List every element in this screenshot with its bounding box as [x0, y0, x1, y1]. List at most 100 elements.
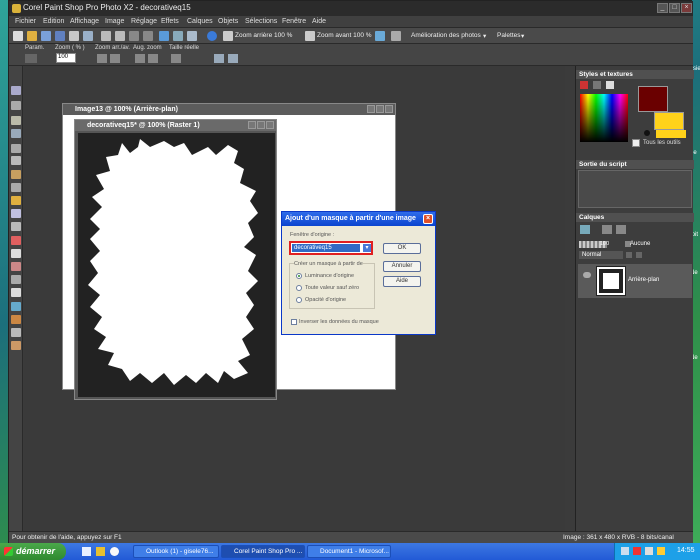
layer-row[interactable]: Arrière-plan	[578, 264, 692, 298]
task-word[interactable]: Document1 - Microsof...	[307, 545, 391, 558]
styles-textures-title[interactable]: Styles et textures	[576, 70, 694, 79]
tray-update-icon[interactable]	[657, 547, 665, 555]
aug-zoom-icon-2[interactable]	[148, 54, 158, 63]
source-window-select[interactable]: decorativeq15	[292, 244, 360, 252]
copy-icon[interactable]	[115, 31, 125, 41]
redo-icon[interactable]	[143, 31, 153, 41]
deform-tool-icon[interactable]	[11, 116, 21, 125]
retouch-tool-icon[interactable]	[11, 341, 21, 350]
zoom-in-label[interactable]: Zoom avant 100 %	[317, 32, 372, 39]
eraser-tool-icon[interactable]	[11, 249, 21, 258]
invert-checkbox[interactable]	[291, 319, 297, 325]
pan-tool-icon[interactable]	[11, 86, 21, 95]
texture-toggle-icon[interactable]	[644, 130, 650, 136]
option-icon-2[interactable]	[228, 54, 238, 63]
color-picker-gradient[interactable]	[580, 94, 628, 142]
palettes-menu[interactable]: Palettes	[497, 32, 521, 39]
decorative-canvas[interactable]	[78, 133, 275, 397]
menu-selections[interactable]: Sélections	[245, 18, 277, 25]
enhance-dropdown-icon[interactable]	[391, 31, 401, 41]
color-mode-icon[interactable]	[580, 81, 588, 89]
resize-icon[interactable]	[187, 31, 197, 41]
quicklaunch-media-icon[interactable]	[110, 547, 119, 556]
brush-tool-icon[interactable]	[11, 236, 21, 245]
aug-zoom-icon[interactable]	[135, 54, 145, 63]
option-icon-1[interactable]	[214, 54, 224, 63]
delete-layer-icon[interactable]	[616, 225, 626, 234]
palettes-chevron-icon[interactable]: ▾	[521, 32, 524, 40]
menu-calques[interactable]: Calques	[187, 18, 213, 25]
zoom-out-label[interactable]: Zoom arrière 100 %	[235, 32, 292, 39]
clock[interactable]: 14:55	[677, 547, 695, 554]
close-button[interactable]: ×	[681, 3, 692, 13]
start-button[interactable]: démarrer	[0, 543, 66, 560]
bucket-tool-icon[interactable]	[11, 262, 21, 271]
all-tools-checkbox[interactable]	[632, 139, 640, 147]
decorative-title-bar[interactable]: decorativeq15* @ 100% (Raster 1)	[75, 120, 276, 131]
history-icon[interactable]	[159, 31, 169, 41]
help-button[interactable]: Aide	[383, 276, 421, 287]
image13-close-button[interactable]	[385, 105, 393, 113]
zoom-in-icon[interactable]	[305, 31, 315, 41]
vector-tool-icon[interactable]	[11, 302, 21, 311]
menu-effets[interactable]: Effets	[161, 18, 179, 25]
real-size-icon[interactable]	[171, 54, 181, 63]
minimize-button[interactable]: _	[657, 3, 668, 13]
gradient-mode-icon[interactable]	[593, 81, 601, 89]
new-icon[interactable]	[13, 31, 23, 41]
zoom-out-step-icon[interactable]	[97, 54, 107, 63]
menu-fichier[interactable]: Fichier	[15, 18, 36, 25]
menu-image[interactable]: Image	[105, 18, 124, 25]
menu-aide[interactable]: Aide	[312, 18, 326, 25]
tray-volume-icon[interactable]	[645, 547, 653, 555]
layer-props-icon[interactable]	[602, 225, 612, 234]
non-zero-radio[interactable]	[296, 285, 302, 291]
zoom-value-input[interactable]: 100	[56, 53, 76, 63]
decorative-max-button[interactable]	[257, 121, 265, 129]
zoom-out-icon[interactable]	[223, 31, 233, 41]
move-tool-icon[interactable]	[11, 156, 21, 165]
pen-tool-icon[interactable]	[11, 315, 21, 324]
duplicate-icon[interactable]	[173, 31, 183, 41]
blend-none-label[interactable]: Aucune	[630, 241, 650, 247]
selection-tool-icon[interactable]	[11, 129, 21, 138]
quicklaunch-desktop-icon[interactable]	[82, 547, 91, 556]
maximize-button[interactable]: □	[669, 3, 680, 13]
cut-icon[interactable]	[101, 31, 111, 41]
pattern-mode-icon[interactable]	[606, 81, 614, 89]
tray-security-icon[interactable]	[633, 547, 641, 555]
zoom-tool-icon[interactable]	[11, 101, 21, 110]
background-swatch-lower[interactable]	[656, 130, 686, 138]
task-outlook[interactable]: Outlook (1) - gisele76...	[133, 545, 219, 558]
scratch-tool-icon[interactable]	[11, 222, 21, 231]
camera-icon[interactable]	[69, 31, 79, 41]
quicklaunch-folder-icon[interactable]	[96, 547, 105, 556]
image13-title-bar[interactable]: Image13 @ 100% (Arrière-plan)	[63, 104, 395, 115]
decorative-close-button[interactable]	[266, 121, 274, 129]
zoom-in-step-icon[interactable]	[110, 54, 120, 63]
menu-fenetre[interactable]: Fenêtre	[282, 18, 306, 25]
menu-affichage[interactable]: Affichage	[70, 18, 99, 25]
presets-icon[interactable]	[25, 54, 37, 63]
crop-tool-icon[interactable]	[11, 144, 21, 153]
browse-icon[interactable]	[41, 31, 51, 41]
link-icon[interactable]	[636, 252, 642, 258]
tray-network-icon[interactable]	[621, 547, 629, 555]
blend-mode-select[interactable]: Normal	[579, 251, 623, 259]
eye-tool-icon[interactable]	[11, 196, 21, 205]
clone-tool-icon[interactable]	[11, 209, 21, 218]
menu-reglage[interactable]: Réglage	[131, 18, 157, 25]
script-output-area[interactable]	[578, 170, 692, 208]
visibility-eye-icon[interactable]	[583, 272, 591, 278]
background-color-swatch[interactable]	[654, 112, 684, 130]
image13-max-button[interactable]	[376, 105, 384, 113]
lock-icon[interactable]	[626, 252, 632, 258]
enhance-photos-menu[interactable]: Amélioration des photos	[411, 32, 481, 39]
open-icon[interactable]	[27, 31, 37, 41]
info-icon[interactable]	[207, 31, 217, 41]
menu-edition[interactable]: Edition	[43, 18, 64, 25]
decorative-min-button[interactable]	[248, 121, 256, 129]
save-icon[interactable]	[55, 31, 65, 41]
print-icon[interactable]	[83, 31, 93, 41]
undo-icon[interactable]	[129, 31, 139, 41]
